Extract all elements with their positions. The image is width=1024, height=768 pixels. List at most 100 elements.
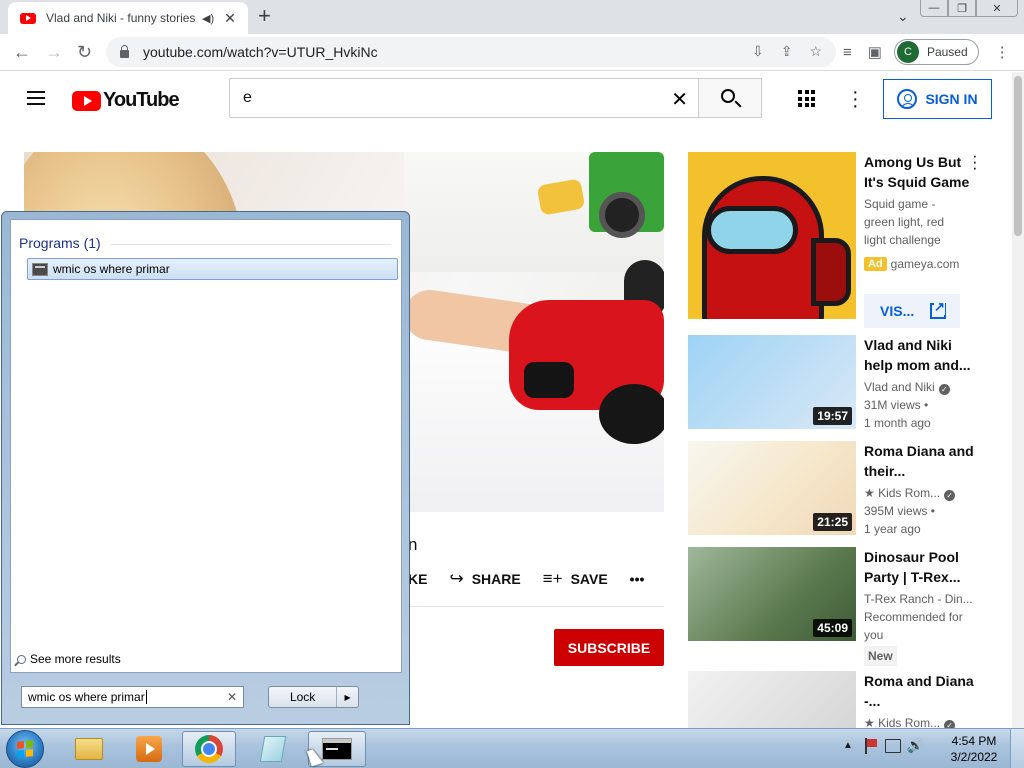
media-player-icon bbox=[136, 736, 162, 762]
channel-name[interactable]: ★ Kids Rom... bbox=[864, 486, 940, 500]
duration-badge: 19:57 bbox=[813, 407, 852, 425]
rec-meta: ★ Kids Rom... ✓ 395M views • 1 year ago bbox=[864, 484, 974, 538]
video-actions: KE ↪ SHARE ≡+ SAVE ••• bbox=[408, 569, 666, 589]
lock-label: Lock bbox=[289, 690, 316, 704]
clear-search-icon[interactable]: ✕ bbox=[671, 87, 688, 112]
see-more-label: See more results bbox=[30, 652, 121, 666]
visit-site-button[interactable]: VIS... bbox=[864, 294, 960, 328]
rec-title[interactable]: Roma and Diana -... bbox=[864, 671, 974, 711]
duration-badge: 21:25 bbox=[813, 513, 852, 531]
channel-name[interactable]: Vlad and Niki bbox=[864, 380, 935, 394]
ad-badge: Ad bbox=[864, 257, 887, 271]
youtube-header: YouTube e ✕ · · · SIGN IN bbox=[0, 72, 1012, 128]
side-panel-icon[interactable]: ▣ bbox=[868, 43, 882, 61]
channel-name[interactable]: T-Rex Ranch - Din... bbox=[864, 590, 974, 608]
apps-grid-icon[interactable] bbox=[798, 90, 815, 107]
save-button[interactable]: ≡+ SAVE bbox=[543, 569, 608, 589]
explorer-icon bbox=[75, 738, 103, 760]
volume-icon[interactable]: 🔊 bbox=[907, 737, 924, 754]
chrome-menu-icon[interactable]: ⋮ bbox=[995, 43, 1010, 61]
lock-button[interactable]: Lock ▶ bbox=[268, 686, 359, 708]
taskbar-chrome[interactable] bbox=[182, 731, 236, 767]
taskbar: ▲ 🔊 4:54 PM 3/2/2022 bbox=[0, 728, 1024, 768]
taskbar-explorer[interactable] bbox=[62, 731, 116, 767]
browser-tabstrip: Vlad and Niki - funny stories ◀) ✕ + ⌄ —… bbox=[0, 0, 1024, 34]
upload-age: 1 year ago bbox=[864, 522, 921, 536]
search-result-label: wmic os where primar bbox=[53, 262, 170, 276]
new-tab-plus-icon[interactable]: + bbox=[258, 5, 271, 27]
rec-meta: Vlad and Niki ✓ 31M views • 1 month ago bbox=[864, 378, 974, 432]
taskbar-media-player[interactable] bbox=[122, 731, 176, 767]
sign-in-button[interactable]: SIGN IN bbox=[883, 79, 992, 119]
share-label: SHARE bbox=[471, 571, 521, 587]
video-thumbnail[interactable]: 45:09 bbox=[688, 547, 856, 641]
more-actions-icon[interactable]: ••• bbox=[630, 571, 645, 587]
youtube-play-icon bbox=[72, 90, 101, 111]
tab-close-icon[interactable]: ✕ bbox=[224, 10, 236, 27]
rec-title[interactable]: Vlad and Niki help mom and... bbox=[864, 335, 974, 375]
video-thumbnail[interactable]: 21:25 bbox=[688, 441, 856, 535]
share-icon[interactable]: ⇪ bbox=[781, 43, 793, 60]
see-more-results-link[interactable]: See more results bbox=[17, 652, 121, 666]
restore-icon[interactable]: ❐ bbox=[948, 0, 976, 17]
youtube-favicon-icon bbox=[20, 12, 36, 24]
start-menu-results-pane: Programs (1) wmic os where primar See mo… bbox=[10, 219, 402, 673]
search-query: e bbox=[243, 89, 252, 106]
rec-title[interactable]: Dinosaur Pool Party | T-Rex... bbox=[864, 547, 974, 587]
show-hidden-icons-icon[interactable]: ▲ bbox=[843, 740, 853, 751]
view-count: 395M views bbox=[864, 504, 928, 518]
close-icon[interactable]: ✕ bbox=[976, 0, 1018, 17]
browser-tab[interactable]: Vlad and Niki - funny stories ◀) ✕ bbox=[8, 2, 248, 34]
system-tray: ▲ 🔊 bbox=[843, 737, 924, 754]
ad-thumbnail[interactable] bbox=[688, 152, 856, 319]
power-options-arrow-icon[interactable]: ▶ bbox=[336, 687, 358, 707]
minimize-icon[interactable]: — bbox=[920, 0, 948, 17]
settings-kebab-icon[interactable]: · · · bbox=[852, 82, 859, 116]
clear-search-icon[interactable]: ✕ bbox=[227, 690, 237, 704]
like-button[interactable]: KE bbox=[408, 571, 427, 587]
back-arrow-icon[interactable]: ← bbox=[13, 42, 31, 62]
address-bar[interactable]: youtube.com/watch?v=UTUR_HvkiNc ⇩ ⇪ ☆ bbox=[106, 37, 836, 67]
clock-date: 3/2/2022 bbox=[950, 750, 998, 764]
scrollbar-thumb[interactable] bbox=[1014, 76, 1022, 236]
reload-icon[interactable]: ↻ bbox=[77, 42, 92, 62]
list-item[interactable]: 19:57 Vlad and Niki help mom and... Vlad… bbox=[688, 335, 998, 432]
subscribe-button[interactable]: SUBSCRIBE bbox=[554, 629, 664, 666]
profile-button[interactable]: C Paused bbox=[893, 39, 979, 65]
list-item[interactable]: 21:25 Roma Diana and their... ★ Kids Rom… bbox=[688, 441, 998, 538]
page-scrollbar[interactable] bbox=[1012, 72, 1024, 728]
action-center-flag-icon[interactable] bbox=[864, 737, 879, 754]
media-controls-icon[interactable]: ≡ bbox=[843, 44, 852, 61]
forward-arrow-icon[interactable]: → bbox=[45, 42, 63, 62]
search-icon bbox=[17, 654, 26, 664]
divider bbox=[408, 606, 664, 607]
youtube-logo[interactable]: YouTube bbox=[72, 89, 180, 112]
video-thumbnail[interactable] bbox=[688, 671, 856, 728]
install-app-icon[interactable]: ⇩ bbox=[752, 43, 764, 60]
share-arrow-icon: ↪ bbox=[449, 569, 464, 588]
tab-search-chevron-icon[interactable]: ⌄ bbox=[897, 8, 909, 25]
speaker-icon[interactable]: ◀) bbox=[202, 12, 214, 25]
search-input[interactable]: e ✕ bbox=[229, 78, 699, 118]
start-search-input[interactable]: wmic os where primar ✕ bbox=[21, 686, 244, 708]
hamburger-menu-icon[interactable] bbox=[27, 91, 45, 105]
list-item[interactable]: Roma and Diana -... ★ Kids Rom... ✓ bbox=[688, 671, 998, 731]
taskbar-notes[interactable] bbox=[246, 731, 300, 767]
windows-logo-icon bbox=[17, 740, 33, 758]
network-icon[interactable] bbox=[884, 738, 901, 753]
video-thumbnail[interactable]: 19:57 bbox=[688, 335, 856, 429]
bookmark-star-icon[interactable]: ☆ bbox=[809, 43, 822, 60]
rec-title[interactable]: Roma Diana and their... bbox=[864, 441, 974, 481]
sign-in-label: SIGN IN bbox=[925, 91, 978, 107]
ad-title[interactable]: Among Us But It's Squid Game bbox=[864, 152, 974, 192]
list-item[interactable]: 45:09 Dinosaur Pool Party | T-Rex... T-R… bbox=[688, 547, 998, 666]
lock-icon[interactable] bbox=[120, 45, 129, 58]
tab-title: Vlad and Niki - funny stories bbox=[46, 11, 196, 25]
clock[interactable]: 4:54 PM 3/2/2022 bbox=[945, 733, 1003, 765]
ad-more-icon[interactable]: · · · bbox=[972, 147, 978, 176]
search-result-item[interactable]: wmic os where primar bbox=[27, 258, 398, 280]
share-button[interactable]: ↪ SHARE bbox=[449, 569, 520, 589]
search-button[interactable] bbox=[698, 78, 762, 118]
start-button[interactable] bbox=[6, 730, 44, 768]
show-desktop-button[interactable] bbox=[1010, 729, 1024, 768]
